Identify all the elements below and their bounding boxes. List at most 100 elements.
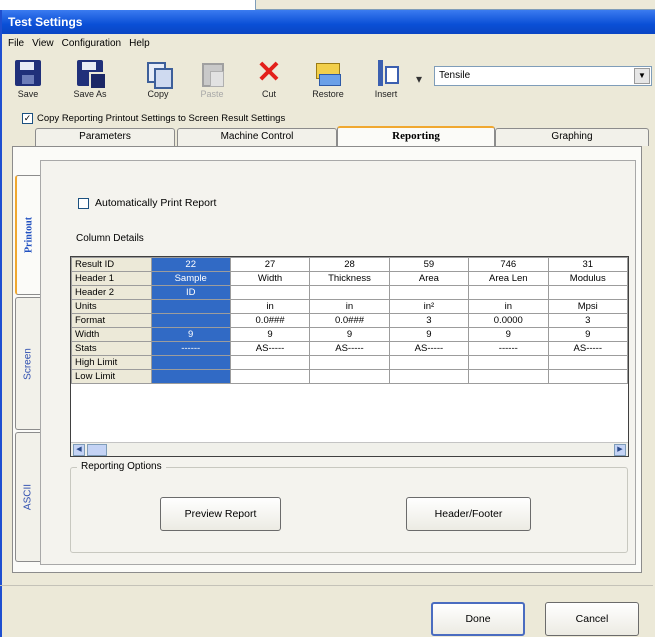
grid-cell[interactable]: Area Len [468, 271, 549, 286]
grid-cell[interactable] [229, 355, 311, 370]
grid-cell[interactable] [468, 369, 549, 384]
copy-icon [145, 60, 173, 89]
insert-button[interactable]: Insert [366, 56, 406, 106]
grid-cell[interactable]: 9 [309, 327, 390, 342]
cancel-button[interactable]: Cancel [545, 602, 639, 636]
menu-file[interactable]: File [8, 36, 24, 52]
grid-cell[interactable]: 0.0### [229, 313, 311, 328]
tab-parameters[interactable]: Parameters [35, 128, 175, 146]
grid-cell[interactable] [309, 369, 390, 384]
copy-settings-checkbox[interactable]: ✓ [22, 113, 33, 124]
save-label: Save [17, 89, 39, 99]
column-details-grid[interactable]: Result ID 22 27 28 59 746 31 Header 1 Sample Widt… [70, 256, 629, 457]
grid-cell[interactable]: in² [388, 299, 470, 314]
grid-cell[interactable]: 0.0000 [468, 313, 549, 328]
grid-cell[interactable] [547, 355, 629, 370]
header-footer-button[interactable]: Header/Footer [406, 497, 531, 531]
grid-cell[interactable] [309, 285, 390, 300]
grid-cell[interactable] [309, 355, 390, 370]
grid-cell[interactable]: AS----- [547, 341, 629, 356]
grid-cell[interactable]: 746 [468, 257, 549, 272]
grid-cell[interactable]: Mpsi [547, 299, 629, 314]
grid-cell[interactable]: AS----- [229, 341, 311, 356]
menu-help[interactable]: Help [129, 36, 150, 52]
tab-machine-control[interactable]: Machine Control [177, 128, 337, 146]
grid-cell[interactable] [150, 313, 231, 328]
grid-cell[interactable]: Modulus [547, 271, 629, 286]
menu-configuration[interactable]: Configuration [62, 36, 121, 52]
grid-cell[interactable]: AS----- [309, 341, 390, 356]
grid-cell[interactable]: Sample [150, 271, 231, 286]
save-as-button[interactable]: Save As [70, 56, 110, 106]
grid-cell[interactable]: Area [388, 271, 470, 286]
grid-cell[interactable]: 28 [309, 257, 390, 272]
grid-cell[interactable]: 31 [547, 257, 629, 272]
grid-horizontal-scrollbar[interactable]: ◀ ▶ [71, 442, 628, 456]
copy-button[interactable]: Copy [138, 56, 178, 106]
grid-cell[interactable]: 9 [468, 327, 549, 342]
grid-cell[interactable]: 3 [388, 313, 470, 328]
grid-cell[interactable] [388, 369, 470, 384]
grid-cell[interactable]: 22 [150, 257, 231, 272]
save-as-icon [77, 60, 107, 90]
grid-cell[interactable]: AS----- [388, 341, 470, 356]
auto-print-checkbox[interactable] [78, 197, 89, 209]
menu-view[interactable]: View [32, 36, 54, 52]
grid-cell[interactable]: 3 [547, 313, 629, 328]
grid-cell[interactable]: 0.0### [309, 313, 390, 328]
side-tab-printout-label: Printout [23, 216, 34, 254]
reporting-options-group: Reporting Options [70, 461, 628, 553]
grid-cell[interactable]: in [468, 299, 549, 314]
grid-row: Low Limit [71, 369, 629, 384]
grid-cell[interactable] [150, 355, 231, 370]
grid-cell[interactable]: 9 [388, 327, 470, 342]
cut-button[interactable]: ✕ Cut [249, 56, 289, 106]
done-button[interactable]: Done [431, 602, 525, 636]
grid-cell[interactable]: 9 [150, 327, 231, 342]
scroll-right-icon[interactable]: ▶ [614, 444, 626, 456]
side-tab-screen[interactable]: Screen [15, 297, 40, 430]
tab-reporting[interactable]: Reporting [337, 126, 495, 147]
grid-cell[interactable]: 59 [388, 257, 470, 272]
grid-cell[interactable] [388, 285, 470, 300]
test-method-value: Tensile [439, 70, 471, 81]
paste-button[interactable]: Paste [192, 56, 232, 106]
grid-cell[interactable]: in [309, 299, 390, 314]
tab-graphing[interactable]: Graphing [495, 128, 649, 146]
grid-cell[interactable] [547, 369, 629, 384]
preview-report-button[interactable]: Preview Report [160, 497, 281, 531]
scroll-thumb[interactable] [87, 444, 107, 456]
side-tab-printout[interactable]: Printout [15, 175, 40, 295]
restore-button[interactable]: Restore [308, 56, 348, 106]
grid-cell[interactable] [468, 355, 549, 370]
grid-cell[interactable] [388, 355, 470, 370]
restore-label: Restore [312, 89, 344, 99]
grid-cell[interactable] [468, 285, 549, 300]
grid-cell[interactable] [229, 369, 311, 384]
save-button[interactable]: Save [8, 56, 48, 106]
grid-cell[interactable]: 9 [229, 327, 311, 342]
auto-print-row[interactable]: Automatically Print Report [78, 197, 216, 209]
tab-graphing-label: Graphing [551, 131, 593, 142]
grid-cell[interactable]: 27 [229, 257, 311, 272]
grid-row-header: Result ID [71, 257, 152, 272]
scroll-left-icon[interactable]: ◀ [73, 444, 85, 456]
side-tab-ascii[interactable]: ASCII [15, 432, 40, 562]
grid-cell[interactable]: ID [150, 285, 231, 300]
grid-row-header: Stats [71, 341, 152, 356]
grid-cell[interactable]: Thickness [309, 271, 390, 286]
grid-cell[interactable]: Width [229, 271, 311, 286]
reporting-options-label: Reporting Options [77, 461, 166, 472]
grid-cell[interactable]: ------ [468, 341, 549, 356]
chevron-down-icon[interactable]: ▼ [634, 68, 650, 84]
test-method-combo[interactable]: Tensile ▼ [434, 66, 652, 86]
copy-settings-row[interactable]: ✓ Copy Reporting Printout Settings to Sc… [22, 113, 285, 124]
grid-cell[interactable] [150, 369, 231, 384]
toolbar-dropdown-arrow-icon[interactable]: ▾ [416, 72, 422, 86]
grid-cell[interactable] [150, 299, 231, 314]
grid-cell[interactable]: in [229, 299, 311, 314]
grid-cell[interactable] [547, 285, 629, 300]
grid-cell[interactable]: ------ [150, 341, 231, 356]
grid-cell[interactable] [229, 285, 311, 300]
grid-cell[interactable]: 9 [547, 327, 629, 342]
